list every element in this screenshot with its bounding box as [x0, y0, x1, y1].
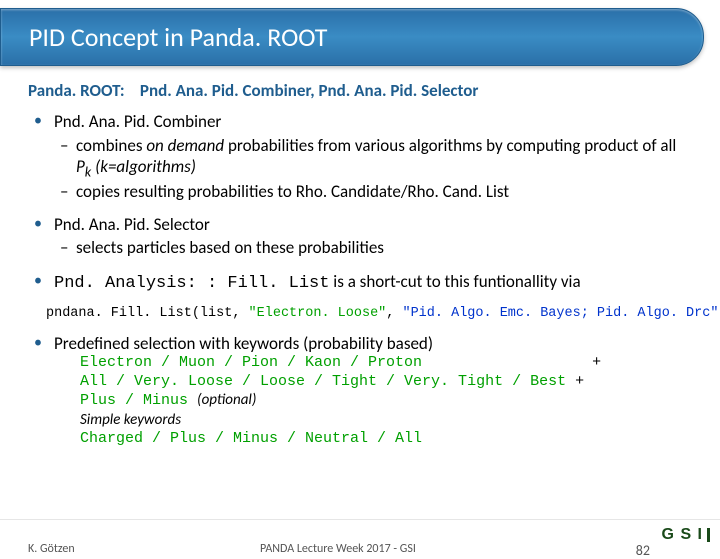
- subtitle-prefix: Panda. ROOT:: [28, 80, 125, 101]
- kw-line5: Charged / Plus / Minus / Neutral / All: [80, 430, 692, 449]
- combiner-sub1: combines on demand probabilities from va…: [54, 135, 692, 181]
- kw-line2: All / Very. Loose / Loose / Tight / Very…: [80, 373, 692, 392]
- slide-title-bar: PID Concept in Panda. ROOT: [0, 8, 704, 66]
- predefined-head: Predefined selection with keywords (prob…: [54, 333, 433, 354]
- code-example: pndana. Fill. List(list, "Electron. Loos…: [46, 306, 692, 323]
- kw-line4: Simple keywords: [80, 411, 692, 430]
- kw-line1: Electron / Muon / Pion / Kaon / Proton+: [80, 354, 692, 373]
- subtitle-main: Pnd. Ana. Pid. Combiner, Pnd. Ana. Pid. …: [140, 80, 479, 101]
- footer-rule: [0, 519, 720, 520]
- slide-title: PID Concept in Panda. ROOT: [29, 21, 327, 53]
- selector-sub1: selects particles based on these probabi…: [54, 237, 692, 258]
- footer-conference: PANDA Lecture Week 2017 - GSI: [260, 542, 416, 556]
- bullet-selector: Pnd. Ana. Pid. Selector selects particle…: [28, 214, 692, 259]
- slide-body: Panda. ROOT: Pnd. Ana. Pid. Combiner, Pn…: [0, 66, 720, 449]
- combiner-sub2: copies resulting probabilities to Rho. C…: [54, 181, 692, 202]
- gsi-logo: G S I: [662, 526, 710, 544]
- subtitle: Panda. ROOT: Pnd. Ana. Pid. Combiner, Pn…: [28, 80, 692, 101]
- footer-page: 82: [636, 542, 650, 559]
- bullet-predefined: Predefined selection with keywords (prob…: [28, 333, 692, 449]
- keyword-list: Electron / Muon / Pion / Kaon / Proton+ …: [80, 354, 692, 449]
- filllist-tail: is a short-cut to this funtionallity via: [329, 271, 580, 292]
- selector-head: Pnd. Ana. Pid. Selector: [54, 214, 210, 235]
- bullet-filllist: Pnd. Analysis: : Fill. List is a short-c…: [28, 271, 692, 294]
- filllist-head: Pnd. Analysis: : Fill. List: [54, 274, 329, 293]
- combiner-head: Pnd. Ana. Pid. Combiner: [54, 111, 221, 132]
- bullet-combiner: Pnd. Ana. Pid. Combiner combines on dema…: [28, 111, 692, 202]
- footer-author: K. Götzen: [28, 542, 75, 556]
- kw-line3: Plus / Minus (optional): [80, 391, 692, 411]
